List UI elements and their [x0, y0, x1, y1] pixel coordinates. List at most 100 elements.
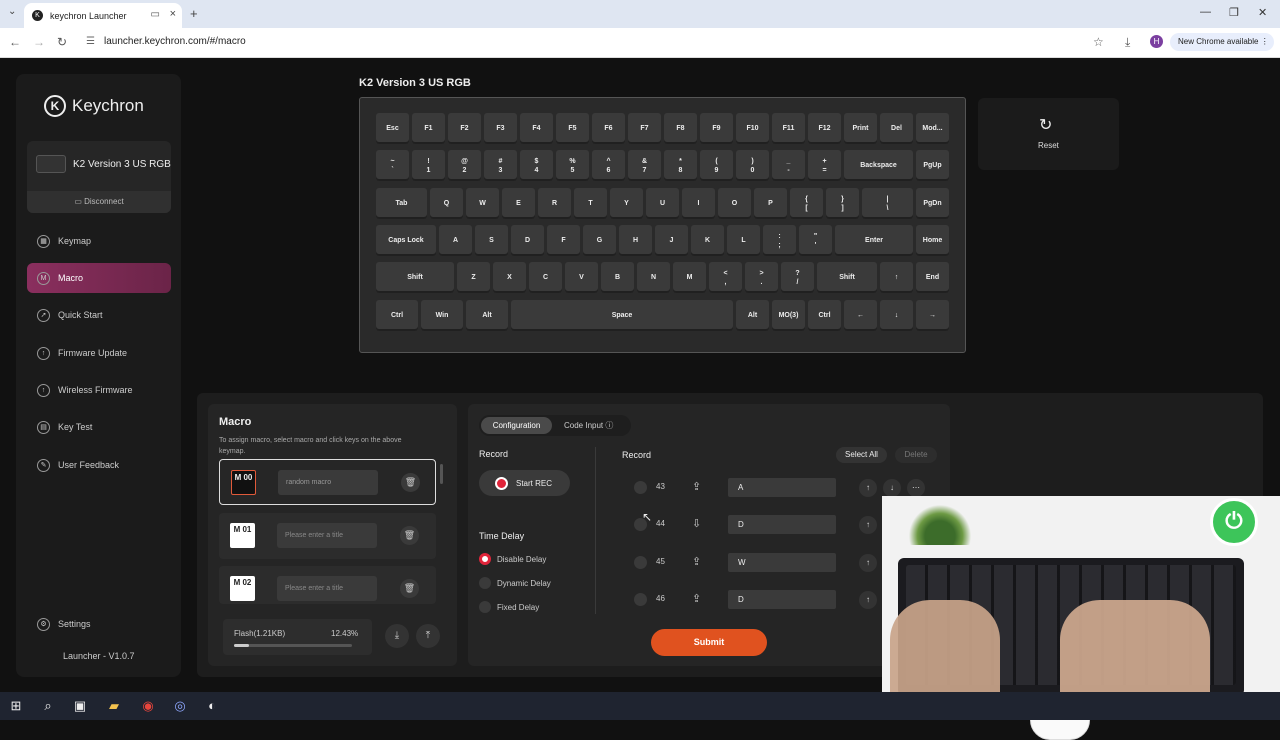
key[interactable]: End [916, 262, 949, 293]
macro-item[interactable]: M 00 random macro 🗑 [219, 459, 436, 505]
sidebar-item-macro[interactable]: M Macro [27, 263, 171, 293]
sidebar-item-wireless-firmware[interactable]: ↑ Wireless Firmware [27, 375, 171, 405]
record-key-select[interactable]: D [728, 515, 836, 534]
key[interactable]: ? / [781, 262, 814, 293]
key[interactable]: L [727, 225, 760, 256]
key[interactable]: Home [916, 225, 949, 256]
trash-icon[interactable]: 🗑 [400, 579, 419, 598]
key[interactable]: " ' [799, 225, 832, 256]
key[interactable]: Shift [376, 262, 454, 293]
help-icon[interactable]: ⓘ [605, 421, 613, 430]
key[interactable]: M [673, 262, 706, 293]
key[interactable]: F3 [484, 113, 517, 144]
key[interactable]: F [547, 225, 580, 256]
key[interactable]: F11 [772, 113, 805, 144]
move-up-icon[interactable]: ↑ [859, 591, 877, 609]
close-window-icon[interactable]: ✕ [1258, 6, 1267, 19]
key[interactable]: } ] [826, 188, 859, 219]
key[interactable]: # 3 [484, 150, 517, 181]
download-icon[interactable]: ⤓ [1125, 35, 1130, 50]
key[interactable]: & 7 [628, 150, 661, 181]
more-icon[interactable]: ⋯ [907, 479, 925, 497]
key[interactable]: Q [430, 188, 463, 219]
key[interactable]: ~ ` [376, 150, 409, 181]
record-checkbox[interactable] [634, 593, 647, 606]
key[interactable]: Ctrl [808, 300, 841, 331]
key[interactable]: F8 [664, 113, 697, 144]
minimize-icon[interactable]: — [1200, 6, 1211, 18]
key[interactable]: Esc [376, 113, 409, 144]
site-info-icon[interactable]: ☰ [86, 36, 95, 47]
move-down-icon[interactable]: ↓ [883, 479, 901, 497]
key[interactable]: ↓ [880, 300, 913, 331]
download-icon[interactable]: ⤓ [385, 624, 409, 648]
address-bar[interactable]: launcher.keychron.com/#/macro [104, 36, 246, 47]
key[interactable]: I [682, 188, 715, 219]
key[interactable]: $ 4 [520, 150, 553, 181]
radio-disable-delay[interactable]: Disable Delay [479, 553, 546, 565]
key[interactable]: * 8 [664, 150, 697, 181]
key[interactable]: F2 [448, 113, 481, 144]
task-view-icon[interactable]: ▣ [72, 698, 88, 714]
sidebar-item-settings[interactable]: ⚙ Settings [27, 609, 171, 639]
start-rec-button[interactable]: Start REC [479, 470, 570, 496]
key[interactable]: Alt [736, 300, 769, 331]
key[interactable]: J [655, 225, 688, 256]
key[interactable]: Enter [835, 225, 913, 256]
disconnect-button[interactable]: ▭ Disconnect [27, 191, 171, 213]
chrome-icon[interactable]: ◉ [140, 698, 156, 714]
key[interactable]: : ; [763, 225, 796, 256]
submit-button[interactable]: Submit [651, 629, 767, 656]
sidebar-item-firmware-update[interactable]: ↑ Firmware Update [27, 338, 171, 368]
select-all-button[interactable]: Select All [836, 447, 887, 463]
key[interactable]: X [493, 262, 526, 293]
record-key-select[interactable]: W [728, 553, 836, 572]
key[interactable]: @ 2 [448, 150, 481, 181]
macro-title-input[interactable]: random macro [278, 470, 378, 495]
key[interactable]: Print [844, 113, 877, 144]
key[interactable]: Caps Lock [376, 225, 436, 256]
sidebar-item-key-test[interactable]: ▤ Key Test [27, 412, 171, 442]
keychron-app-icon[interactable]: ◐ [204, 698, 220, 714]
key[interactable]: F9 [700, 113, 733, 144]
windows-start-icon[interactable]: ⊞ [8, 698, 24, 714]
sidebar-item-user-feedback[interactable]: ✎ User Feedback [27, 450, 171, 480]
record-key-select[interactable]: A [728, 478, 836, 497]
key[interactable]: + = [808, 150, 841, 181]
macro-item[interactable]: M 01 Please enter a title 🗑 [219, 513, 436, 559]
key[interactable]: T [574, 188, 607, 219]
key[interactable]: ( 9 [700, 150, 733, 181]
key[interactable]: < , [709, 262, 742, 293]
key[interactable]: | \ [862, 188, 913, 219]
key[interactable]: A [439, 225, 472, 256]
key[interactable]: { [ [790, 188, 823, 219]
record-checkbox[interactable] [634, 556, 647, 569]
macro-title-input[interactable]: Please enter a title [277, 523, 377, 548]
key[interactable]: E [502, 188, 535, 219]
trash-icon[interactable]: 🗑 [400, 526, 419, 545]
key[interactable]: Alt [466, 300, 508, 331]
move-up-icon[interactable]: ↑ [859, 479, 877, 497]
key[interactable]: % 5 [556, 150, 589, 181]
trash-icon[interactable]: 🗑 [401, 473, 420, 492]
reset-icon[interactable]: ↻ [1039, 115, 1052, 135]
key[interactable]: ) 0 [736, 150, 769, 181]
key[interactable]: _ - [772, 150, 805, 181]
key[interactable]: D [511, 225, 544, 256]
key[interactable]: PgUp [916, 150, 949, 181]
key[interactable]: ^ 6 [592, 150, 625, 181]
key[interactable]: MO(3) [772, 300, 805, 331]
restore-icon[interactable]: ❐ [1229, 6, 1239, 19]
key[interactable]: > . [745, 262, 778, 293]
reload-icon[interactable]: ↻ [57, 35, 67, 49]
key[interactable]: Ctrl [376, 300, 418, 331]
key[interactable]: Shift [817, 262, 877, 293]
radio-dynamic-delay[interactable]: Dynamic Delay [479, 577, 551, 589]
key[interactable]: F6 [592, 113, 625, 144]
key[interactable]: O [718, 188, 751, 219]
key[interactable]: F10 [736, 113, 769, 144]
macro-list-scrollbar[interactable] [440, 464, 443, 484]
key[interactable]: Space [511, 300, 733, 331]
move-up-icon[interactable]: ↑ [859, 516, 877, 534]
app-icon[interactable]: ◎ [172, 698, 188, 714]
